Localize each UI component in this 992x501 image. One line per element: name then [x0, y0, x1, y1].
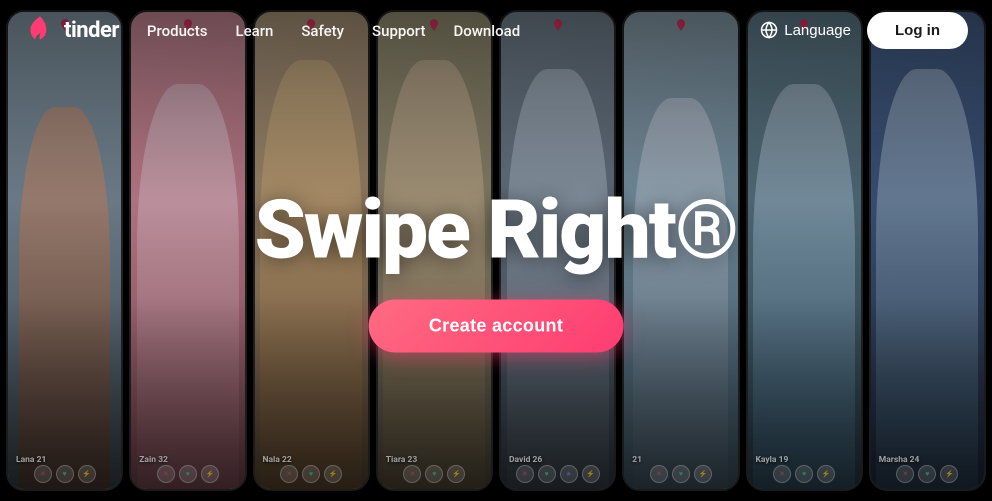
brand-name: tinder — [64, 18, 119, 43]
hero-content: Swipe Right® Create account — [255, 189, 738, 352]
navbar: tinder Products Learn Safety Support Dow… — [0, 0, 992, 60]
language-label: Language — [784, 22, 851, 39]
hero-title: Swipe Right® — [255, 189, 738, 271]
nav-products[interactable]: Products — [147, 22, 208, 40]
nav-download[interactable]: Download — [453, 22, 520, 40]
login-button[interactable]: Log in — [867, 12, 968, 49]
logo-link[interactable]: tinder — [24, 14, 119, 46]
nav-safety[interactable]: Safety — [301, 22, 344, 40]
language-globe-icon — [760, 21, 778, 39]
nav-right: Language Log in — [760, 12, 968, 49]
nav-support[interactable]: Support — [372, 22, 425, 40]
language-button[interactable]: Language — [760, 21, 851, 39]
nav-links: Products Learn Safety Support Download — [147, 21, 520, 40]
create-account-button[interactable]: Create account — [369, 299, 623, 352]
nav-learn[interactable]: Learn — [235, 22, 273, 40]
tinder-flame-icon — [24, 14, 56, 46]
